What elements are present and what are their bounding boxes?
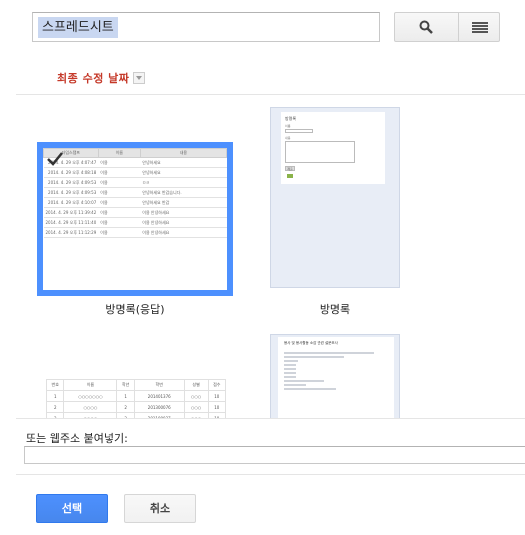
preview-cell: 이용	[98, 217, 141, 228]
file-name: 방명록	[319, 303, 351, 316]
search-token[interactable]: 스프레드시트	[38, 17, 118, 38]
preview-cell: 안녕하세요	[140, 167, 227, 178]
preview-header: 번호	[45, 379, 65, 391]
preview-cell: 2014. 4. 29 오후 4:08:18	[43, 167, 99, 178]
preview-cell: 2014. 4. 29 오후 4:09:53	[43, 177, 99, 188]
spreadsheet-preview: 번호 이름 학년 학번 성별 점수 1 ○○○○○○○ 1 201401376 ○○○ 1…	[45, 379, 227, 418]
file-thumbnail: 방명록 이름 내용 제출	[270, 107, 400, 288]
preview-cell: 이용	[98, 167, 141, 178]
form-submit-preview: 제출	[285, 166, 295, 171]
preview-header: 성별	[183, 379, 209, 391]
file-thumbnail: 봉사 및 봉사활동 소감 관련 설문조사	[270, 334, 400, 418]
preview-cell: 이용	[98, 157, 141, 168]
preview-cell: ㅁㄹ	[140, 177, 227, 188]
preview-row: 2014. 4. 29 오후 4:07:47 이용 안녕하세요	[43, 157, 227, 168]
url-label: 또는 웹주소 붙여넣기:	[26, 432, 128, 445]
preview-cell: 이용	[98, 187, 141, 198]
preview-cell: 이용	[98, 197, 141, 208]
preview-row: 2014. 4. 29 오후 4:10:07 이용 안녕하세요 반갑	[43, 197, 227, 208]
preview-cell: 1	[45, 390, 65, 402]
preview-cell: ○○○○	[63, 401, 118, 413]
preview-row: 2014. 4. 29 오후 4:08:18 이용 안녕하세요	[43, 167, 227, 178]
preview-cell: 2014. 4. 29 오후 11:39:42	[43, 207, 99, 218]
preview-cell: 이용	[98, 177, 141, 188]
preview-header: 이름	[97, 148, 141, 158]
preview-cell: 2014. 4. 29 오후 11:11:40	[43, 217, 99, 228]
preview-cell: 1	[116, 390, 135, 402]
checkmark-icon	[47, 152, 63, 166]
divider	[16, 418, 525, 419]
spreadsheet-table: 번호 이름 학년 학번 성별 점수 1 ○○○○○○○ 1 201401376 ○○○ 1…	[45, 379, 227, 418]
preview-header: 학번	[133, 379, 185, 391]
preview-cell: 이용	[98, 207, 141, 218]
preview-cell: 10	[207, 390, 227, 402]
preview-cell: 이용	[98, 227, 141, 238]
form-field-box	[285, 129, 313, 133]
form-preview: 봉사 및 봉사활동 소감 관련 설문조사	[278, 337, 394, 418]
file-name: 방명록(응답)	[105, 303, 165, 316]
preview-cell: 2	[45, 401, 65, 413]
preview-cell: 안녕하세요 반갑습니다.	[140, 187, 227, 198]
file-grid: 타임스탬프 이름 내용 2014. 4. 29 오후 4:07:47 이용 안녕하세…	[16, 96, 525, 418]
spreadsheet-preview: 타임스탬프 이름 내용 2014. 4. 29 오후 4:07:47 이용 안녕하세…	[43, 148, 227, 238]
preview-row: 2014. 4. 29 오후 4:09:53 이용 안녕하세요 반갑습니다.	[43, 187, 227, 198]
search-button[interactable]	[395, 13, 458, 41]
preview-row: 2014. 4. 29 오후 11:12:29 이용 이용 안녕하세요	[43, 227, 227, 238]
search-button-group	[394, 12, 500, 42]
form-title: 봉사 및 봉사활동 소감 관련 설문조사	[284, 341, 338, 345]
sort-label[interactable]: 최종 수정 날짜	[57, 70, 129, 86]
preview-cell: 이용 안녕하세요	[140, 217, 227, 228]
preview-cell: 이용 안녕하세요	[140, 227, 227, 238]
form-field-label: 이름	[285, 124, 291, 128]
preview-cell: ○○○○○○○	[63, 390, 118, 402]
url-input[interactable]	[24, 446, 525, 464]
divider	[16, 474, 525, 475]
preview-header: 학년	[116, 379, 135, 391]
preview-row: 2 ○○○○ 2 201300076 ○○○ 10	[45, 401, 227, 413]
form-textarea-box	[285, 141, 355, 163]
form-field-label: 내용	[285, 136, 291, 140]
preview-cell: ○○○	[183, 401, 209, 413]
cancel-button[interactable]: 취소	[124, 494, 196, 523]
file-picker-dialog: 스프레드시트 최종 수정 날짜 타임스탬프 이름 내용 2014. 4. 29 …	[0, 0, 525, 535]
preview-row: 2014. 4. 29 오후 4:09:53 이용 ㅁㄹ	[43, 177, 227, 188]
form-logo	[287, 174, 293, 178]
preview-cell: 2014. 4. 29 오후 4:10:07	[43, 197, 99, 208]
preview-header: 점수	[207, 379, 227, 391]
form-title: 방명록	[285, 116, 297, 121]
sort-control: 최종 수정 날짜	[57, 69, 146, 87]
preview-cell: ○○○	[183, 390, 209, 402]
select-button[interactable]: 선택	[36, 494, 108, 523]
list-view-button[interactable]	[459, 13, 500, 41]
list-view-icon	[472, 22, 488, 33]
preview-row: 2014. 4. 29 오후 11:39:42 이용 이용 안녕하세요	[43, 207, 227, 218]
file-thumbnail: 타임스탬프 이름 내용 2014. 4. 29 오후 4:07:47 이용 안녕하세…	[43, 148, 227, 290]
divider	[16, 94, 525, 95]
preview-row: 1 ○○○○○○○ 1 201401376 ○○○ 10	[45, 390, 227, 402]
search-input[interactable]: 스프레드시트	[32, 12, 380, 42]
preview-cell: 안녕하세요 반갑	[140, 197, 227, 208]
preview-cell: 안녕하세요	[140, 157, 227, 168]
form-lines	[278, 348, 394, 394]
preview-cell: 201401376	[133, 390, 185, 402]
preview-cell: 2014. 4. 29 오후 4:09:53	[43, 187, 99, 198]
preview-cell: 10	[207, 401, 227, 413]
preview-row: 2014. 4. 29 오후 11:11:40 이용 이용 안녕하세요	[43, 217, 227, 228]
sort-dropdown-icon[interactable]	[133, 72, 146, 84]
preview-cell: 201300076	[133, 401, 185, 413]
preview-header: 이름	[63, 379, 118, 391]
preview-cell: 이용 안녕하세요	[140, 207, 227, 218]
search-icon	[419, 20, 433, 34]
preview-header: 내용	[139, 148, 227, 158]
form-preview: 방명록 이름 내용 제출	[281, 112, 385, 184]
preview-cell: 2	[116, 401, 135, 413]
preview-cell: 2014. 4. 29 오후 11:12:29	[43, 227, 99, 238]
